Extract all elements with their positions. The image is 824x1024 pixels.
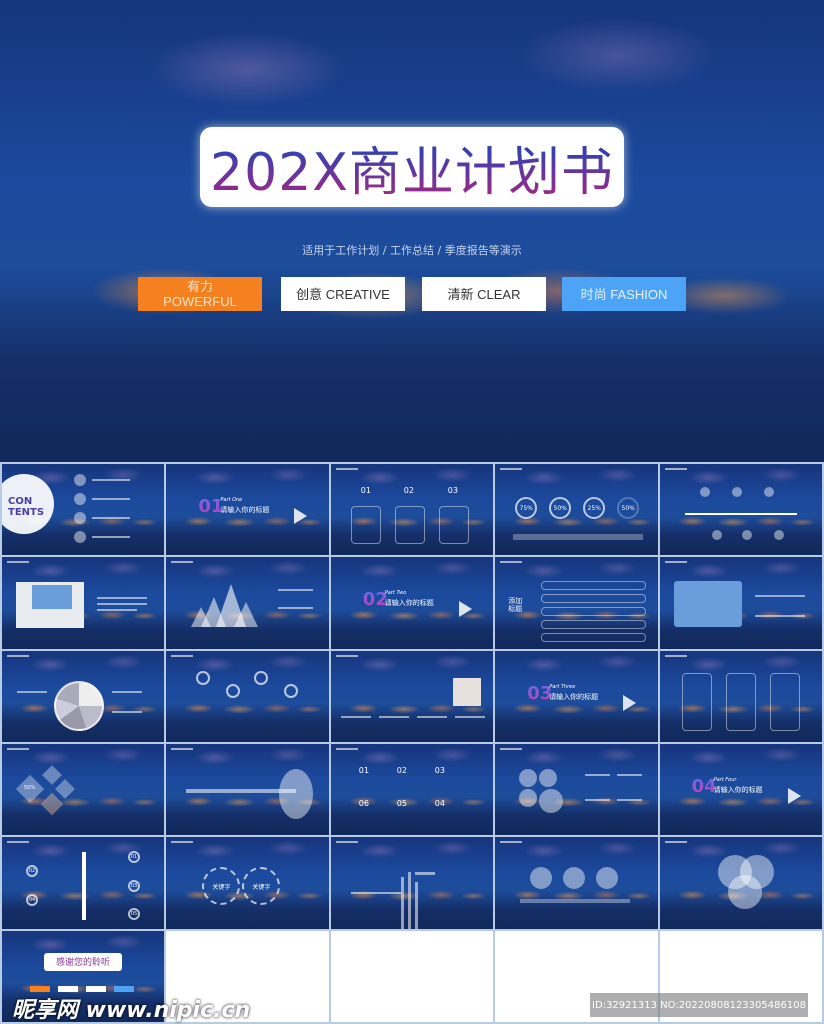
slide-contents[interactable]: CON TENTS bbox=[2, 464, 165, 556]
slide-progress-rings[interactable]: 75% 50% 25% 50% bbox=[495, 464, 658, 556]
section-part: Part Two bbox=[384, 590, 407, 597]
cover-slide: 202X商业计划书 适用于工作计划 / 工作总结 / 季度报告等演示 有力 POW… bbox=[0, 0, 824, 462]
slide-image-placeholder[interactable] bbox=[659, 557, 822, 649]
pie-chart bbox=[54, 680, 104, 731]
ring-50b: 50% bbox=[617, 497, 640, 519]
ring-75: 75% bbox=[515, 497, 538, 519]
play-triangle-icon bbox=[458, 601, 472, 618]
tag-powerful: 有力 POWERFUL bbox=[138, 277, 262, 311]
slide-thumbnail-grid: CON TENTS 01 Part One 请输入你的标题 01 02 03 75… bbox=[0, 462, 824, 1024]
slide-icon-grid[interactable] bbox=[495, 744, 658, 836]
slide-photo-columns[interactable] bbox=[330, 650, 494, 742]
slide-three-circles[interactable] bbox=[495, 837, 658, 929]
slide-vertical-timeline[interactable]: 01 02 03 04 05 bbox=[2, 837, 165, 929]
slide-diamonds[interactable]: 50% bbox=[2, 744, 165, 836]
play-triangle-icon bbox=[294, 508, 308, 524]
tag-creative: 创意 CREATIVE bbox=[281, 277, 405, 311]
diamond-value: 50% bbox=[24, 785, 36, 791]
section-part: Part Three bbox=[549, 683, 576, 690]
empty-cell bbox=[330, 930, 494, 1022]
tag-fashion: 时尚 FASHION bbox=[562, 277, 686, 311]
play-triangle-icon bbox=[787, 788, 801, 804]
slide-photo-text[interactable] bbox=[2, 557, 165, 649]
slide-infinity[interactable]: 关键字 关键字 bbox=[166, 837, 329, 929]
slide-section-04[interactable]: 04 Part Four 请输入你的标题 bbox=[659, 744, 822, 836]
section-part: Part Four bbox=[713, 777, 737, 783]
section-title: 请输入你的标题 bbox=[384, 599, 434, 608]
section-title: 请输入你的标题 bbox=[220, 506, 270, 514]
watermark-logo: 昵享网 www.nipic.cn bbox=[12, 998, 251, 1023]
tag-cn: 有力 bbox=[186, 279, 213, 294]
slide-icons[interactable] bbox=[166, 650, 329, 742]
slide-pie[interactable] bbox=[2, 650, 165, 742]
slide-three-columns[interactable] bbox=[659, 650, 822, 742]
cover-title: 202X商业计划书 bbox=[210, 130, 614, 205]
triangle-chart bbox=[191, 584, 259, 628]
slide-timeline[interactable] bbox=[659, 464, 822, 556]
keyword-2: 关键字 bbox=[242, 867, 281, 906]
thanks-title: 感谢您的聆听 bbox=[55, 958, 110, 969]
ring-25: 25% bbox=[583, 497, 606, 519]
title-box: 202X商业计划书 bbox=[200, 127, 624, 207]
contents-title: CON TENTS bbox=[8, 496, 45, 518]
ring-50: 50% bbox=[549, 497, 572, 519]
play-triangle-icon bbox=[623, 694, 637, 711]
slide-bars-circle[interactable] bbox=[166, 744, 329, 836]
slide-pipes[interactable] bbox=[330, 837, 494, 929]
slide-add-title-list[interactable]: 添加标题 bbox=[495, 557, 658, 649]
slide-section-02[interactable]: 02 Part Two 请输入你的标题 bbox=[330, 557, 494, 649]
section-part: Part One bbox=[220, 497, 243, 503]
section-title: 请输入你的标题 bbox=[549, 692, 599, 701]
watermark-id: ID:32921313 NO:20220808123305486108 bbox=[590, 993, 808, 1017]
tag-en: POWERFUL bbox=[163, 294, 237, 309]
slide-section-01[interactable]: 01 Part One 请输入你的标题 bbox=[166, 464, 329, 556]
slide-section-03[interactable]: 03 Part Three 请输入你的标题 bbox=[495, 650, 658, 742]
slide-venn[interactable] bbox=[659, 837, 822, 929]
keyword-1: 关键字 bbox=[202, 867, 241, 906]
slide-triangle-chart[interactable] bbox=[166, 557, 329, 649]
slide-cards[interactable]: 01 02 03 bbox=[330, 464, 494, 556]
cover-subtitle: 适用于工作计划 / 工作总结 / 季度报告等演示 bbox=[302, 244, 522, 257]
add-title-label: 添加标题 bbox=[508, 597, 523, 614]
section-title: 请输入你的标题 bbox=[713, 786, 763, 794]
tag-clear: 清新 CLEAR bbox=[422, 277, 546, 311]
slide-six-steps[interactable]: 01 02 03 06 05 04 bbox=[330, 744, 494, 836]
